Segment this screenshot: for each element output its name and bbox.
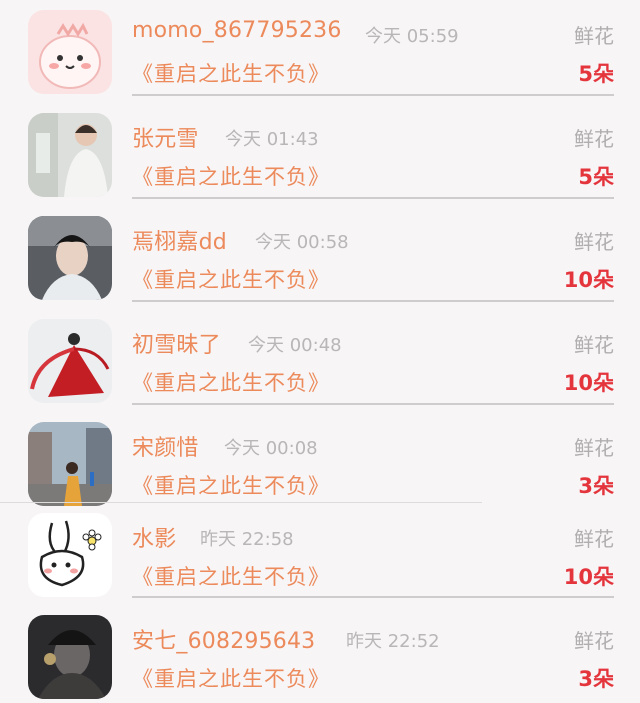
- timestamp: 今天 00:48: [248, 335, 342, 356]
- list-item[interactable]: 初雪昧了 今天 00:48 鲜花 《重启之此生不负》 10朵: [0, 309, 640, 412]
- list-item[interactable]: momo_867795236 今天 05:59 鲜花 《重启之此生不负》 5朵: [0, 0, 640, 103]
- list-item[interactable]: 张元雪 今天 01:43 鲜花 《重启之此生不负》 5朵: [0, 103, 640, 206]
- rabbit-doodle-avatar-icon[interactable]: [28, 513, 112, 597]
- book-title-link[interactable]: 《重启之此生不负》: [132, 663, 330, 693]
- book-title-link[interactable]: 《重启之此生不负》: [132, 561, 330, 591]
- flower-count: 5朵: [578, 165, 614, 189]
- street-photo-avatar-icon[interactable]: [28, 422, 112, 506]
- list-item[interactable]: 焉栩嘉dd 今天 00:58 鲜花 《重启之此生不负》 10朵: [0, 206, 640, 309]
- book-title-link[interactable]: 《重启之此生不负》: [132, 58, 330, 88]
- user-name[interactable]: 安七_608295643: [132, 623, 315, 655]
- flower-count: 5朵: [578, 62, 614, 86]
- gift-type: 鲜花: [574, 629, 614, 653]
- timestamp: 今天 00:08: [224, 438, 318, 459]
- timestamp: 今天 00:58: [255, 232, 349, 253]
- flower-count: 10朵: [563, 371, 614, 395]
- cute-blob-avatar-icon[interactable]: [28, 10, 112, 94]
- book-title-link[interactable]: 《重启之此生不负》: [132, 470, 330, 500]
- list-item[interactable]: 水影 昨天 22:58 鲜花 《重启之此生不负》 10朵: [0, 505, 640, 608]
- flower-count: 3朵: [578, 667, 614, 691]
- timestamp: 昨天 22:58: [200, 529, 294, 550]
- gift-record-list: momo_867795236 今天 05:59 鲜花 《重启之此生不负》 5朵 …: [0, 0, 640, 703]
- man-in-white-shirt-avatar-icon[interactable]: [28, 113, 112, 197]
- user-name[interactable]: 焉栩嘉dd: [132, 224, 227, 256]
- gift-type: 鲜花: [574, 127, 614, 151]
- flower-count: 3朵: [578, 474, 614, 498]
- gift-type: 鲜花: [574, 436, 614, 460]
- book-title-link[interactable]: 《重启之此生不负》: [132, 161, 330, 191]
- user-name[interactable]: 初雪昧了: [132, 327, 221, 359]
- list-item[interactable]: 宋颜惜 今天 00:08 鲜花 《重启之此生不负》 3朵: [0, 412, 640, 515]
- portrait-man-avatar-icon[interactable]: [28, 216, 112, 300]
- gift-type: 鲜花: [574, 333, 614, 357]
- gift-type: 鲜花: [574, 230, 614, 254]
- timestamp: 今天 01:43: [225, 129, 319, 150]
- row-divider: [0, 502, 482, 503]
- gift-type: 鲜花: [574, 527, 614, 551]
- row-divider: [132, 94, 614, 96]
- book-title-link[interactable]: 《重启之此生不负》: [132, 264, 330, 294]
- timestamp: 今天 05:59: [365, 26, 459, 47]
- woman-red-dress-avatar-icon[interactable]: [28, 319, 112, 403]
- flower-count: 10朵: [563, 268, 614, 292]
- row-divider: [132, 300, 614, 302]
- timestamp: 昨天 22:52: [346, 631, 440, 652]
- user-name[interactable]: 宋颜惜: [132, 430, 199, 462]
- user-name[interactable]: 张元雪: [132, 121, 199, 153]
- row-divider: [132, 596, 614, 598]
- row-divider: [132, 197, 614, 199]
- list-item[interactable]: 安七_608295643 昨天 22:52 鲜花 《重启之此生不负》 3朵: [0, 605, 640, 703]
- dark-costume-avatar-icon[interactable]: [28, 615, 112, 699]
- user-name[interactable]: 水影: [132, 521, 176, 553]
- user-name[interactable]: momo_867795236: [132, 18, 342, 43]
- flower-count: 10朵: [563, 565, 614, 589]
- row-divider: [132, 403, 614, 405]
- gift-type: 鲜花: [574, 24, 614, 48]
- book-title-link[interactable]: 《重启之此生不负》: [132, 367, 330, 397]
